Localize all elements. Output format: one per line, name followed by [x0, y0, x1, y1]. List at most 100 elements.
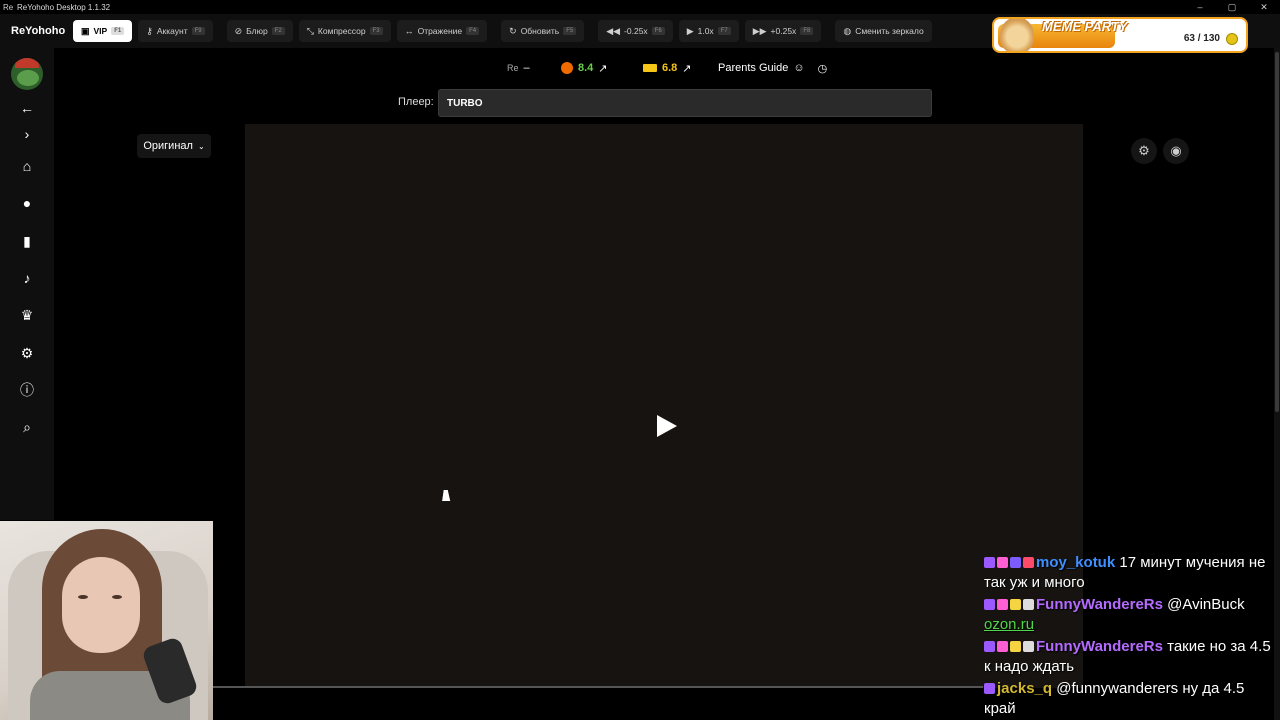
chat-message: jacks_q @funnywanderers ну да 4.5 край: [984, 679, 1280, 719]
change-mirror-label: Сменить зеркало: [855, 26, 924, 36]
refresh-icon: ↻: [509, 25, 517, 36]
avatar[interactable]: [11, 58, 43, 90]
speed-down-button[interactable]: ◀◀ -0.25x F6: [598, 20, 673, 42]
window-titlebar: Re ReYohoho Desktop 1.1.32 – ▢ ✕: [0, 0, 1280, 14]
window-icon: ▣: [81, 25, 90, 36]
close-button[interactable]: ✕: [1248, 0, 1280, 14]
chat-badge-icon: [984, 641, 995, 652]
play-icon[interactable]: [657, 415, 677, 437]
account-hotkey: F9: [191, 27, 205, 35]
blur-button[interactable]: ⊘ Блюр F2: [226, 20, 293, 42]
speed-up-hotkey: F8: [800, 27, 814, 35]
chevron-down-icon: ⌄: [197, 141, 205, 151]
external-link-icon: ↗: [598, 62, 608, 75]
external-link-icon: ↗: [682, 62, 692, 75]
chat-badge-icon: [984, 683, 995, 694]
sidebar: ← › ⌂ ● ▮ ♪ ♛ ⚙ ⓘ ⌕: [0, 48, 54, 520]
chat-badge-icon: [997, 599, 1008, 610]
chat-message: FunnyWandereRs @AvinBuck ozon.ru: [984, 595, 1280, 635]
re-rating-value: –: [523, 62, 530, 74]
chat-link: ozon.ru: [984, 616, 1035, 633]
vip-hotkey: F1: [111, 27, 125, 35]
chat-message: moy_kotuk 17 минут мучения не так уж и м…: [984, 553, 1280, 593]
forward-arrow-icon[interactable]: ›: [17, 124, 37, 144]
refresh-button[interactable]: ↻ Обновить F5: [501, 20, 585, 42]
vip-button[interactable]: ▣ VIP F1: [73, 20, 133, 42]
blur-label: Блюр: [246, 26, 268, 36]
kinopoisk-rating[interactable]: 8.4 ↗: [561, 58, 608, 78]
clock-icon[interactable]: ◷: [818, 62, 828, 75]
refresh-label: Обновить: [520, 26, 560, 36]
brand-logo[interactable]: ReYohoho: [11, 25, 73, 37]
trophy-icon[interactable]: ♛: [17, 305, 37, 325]
app-icon: Re: [3, 2, 14, 12]
bell-icon[interactable]: ♪: [17, 268, 37, 288]
kinopoisk-icon: [561, 62, 573, 74]
chat-badge-icon: [1023, 641, 1034, 652]
refresh-hotkey: F5: [563, 27, 577, 35]
back-arrow-icon[interactable]: ←: [17, 98, 37, 118]
compressor-label: Компрессор: [317, 26, 366, 36]
chat-badge-icon: [997, 641, 1008, 652]
mirror-button[interactable]: ↔ Отражение F4: [396, 20, 488, 42]
search-icon[interactable]: ⌕: [17, 417, 37, 437]
change-mirror-button[interactable]: ◍ Сменить зеркало: [835, 20, 932, 42]
chat-badge-icon: [984, 599, 995, 610]
imdb-rating-value: 6.8: [662, 62, 678, 74]
original-label: Оригинал: [143, 140, 193, 152]
play-icon: ▶: [686, 25, 694, 36]
chat-badge-icon: [1023, 557, 1034, 568]
meme-party-title: MEME PARTY: [1042, 19, 1128, 34]
eye-slash-icon: ⊘: [234, 25, 243, 36]
player-select[interactable]: TURBO: [438, 89, 932, 117]
compressor-button[interactable]: ⤡ Компрессор F3: [298, 20, 391, 42]
original-button[interactable]: Оригинал ⌄: [137, 134, 211, 158]
imdb-icon: [643, 64, 657, 72]
coin-icon: [1226, 33, 1238, 45]
parents-guide[interactable]: Parents Guide ☺ ◷: [718, 58, 827, 78]
stream-chat: moy_kotuk 17 минут мучения не так уж и м…: [984, 553, 1280, 720]
santa-hat-icon: [15, 58, 39, 68]
settings-gear-button[interactable]: ⚙: [1131, 138, 1157, 164]
window-title: ReYohoho Desktop 1.1.32: [17, 2, 111, 12]
globe-icon: ◍: [843, 25, 852, 36]
seek-bar[interactable]: [213, 686, 983, 688]
re-rating: Re –: [507, 58, 530, 78]
window-controls: – ▢ ✕: [1184, 0, 1280, 14]
speed-down-hotkey: F6: [651, 27, 665, 35]
video-player[interactable]: [245, 124, 1083, 688]
imdb-rating[interactable]: 6.8 ↗: [643, 58, 692, 78]
pepe-icon: [17, 70, 39, 86]
doge-icon: [1000, 19, 1034, 51]
account-button[interactable]: ⚷ Аккаунт F9: [138, 20, 213, 42]
home-icon[interactable]: ⌂: [17, 156, 37, 176]
chat-badge-icon: [997, 557, 1008, 568]
speed-reset-hotkey: F7: [717, 27, 731, 35]
compressor-hotkey: F3: [369, 27, 383, 35]
maximize-button[interactable]: ▢: [1216, 0, 1248, 14]
parents-guide-label: Parents Guide: [718, 62, 789, 74]
mirror-icon: ↔: [404, 26, 414, 36]
scrollbar-thumb[interactable]: [1275, 52, 1279, 412]
blur-hotkey: F2: [271, 27, 285, 35]
eye-button[interactable]: ◉: [1163, 138, 1189, 164]
chat-badge-icon: [1010, 641, 1021, 652]
speed-reset-button[interactable]: ▶ 1.0x F7: [678, 20, 739, 42]
vip-label: VIP: [93, 26, 108, 36]
bookmark-icon[interactable]: ▮: [17, 231, 37, 251]
forward-icon: ▶▶: [752, 25, 767, 36]
chat-message: FunnyWandereRs такие но за 4.5 к надо жд…: [984, 637, 1280, 677]
gear-icon[interactable]: ⚙: [17, 343, 37, 363]
chat-badge-icon: [1010, 599, 1021, 610]
mirror-label: Отражение: [417, 26, 463, 36]
speed-up-label: +0.25x: [770, 26, 797, 36]
chat-badge-icon: [1010, 557, 1021, 568]
user-icon[interactable]: ●: [17, 193, 37, 213]
info-icon[interactable]: ⓘ: [17, 380, 37, 400]
re-logo-icon: Re: [507, 63, 519, 73]
speed-reset-label: 1.0x: [697, 26, 714, 36]
minimize-button[interactable]: –: [1184, 0, 1216, 14]
rewind-icon: ◀◀: [606, 25, 621, 36]
chat-username: jacks_q: [997, 680, 1053, 697]
speed-up-button[interactable]: ▶▶ +0.25x F8: [744, 20, 822, 42]
